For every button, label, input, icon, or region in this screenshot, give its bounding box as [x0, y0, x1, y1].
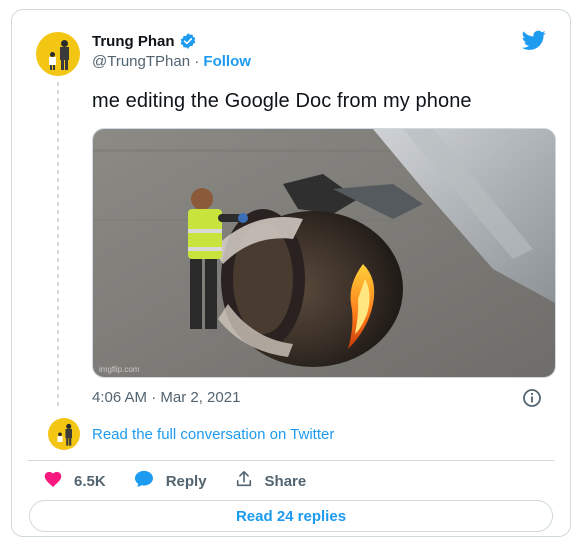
tweet-timestamp[interactable]: 4:06 AM · Mar 2, 2021	[92, 389, 240, 406]
like-button[interactable]: 6.5K	[44, 471, 106, 491]
twitter-bird-icon[interactable]	[522, 30, 546, 56]
follow-link[interactable]: Follow	[203, 53, 251, 70]
author-handle[interactable]: @TrungTPhan	[92, 53, 190, 70]
reply-button[interactable]: Reply	[134, 470, 207, 492]
read-full-conversation-link[interactable]: Read the full conversation on Twitter	[92, 426, 334, 443]
read-replies-button[interactable]: Read 24 replies	[29, 500, 553, 532]
share-icon	[235, 470, 253, 492]
info-icon[interactable]	[522, 388, 542, 413]
share-button[interactable]: Share	[235, 470, 307, 492]
handle-row: @TrungTPhan · Follow	[92, 53, 251, 70]
image-watermark: imgflip.com	[99, 365, 140, 374]
author-name[interactable]: Trung Phan	[92, 33, 175, 50]
share-label: Share	[264, 472, 307, 490]
reply-bubble-icon	[134, 470, 154, 492]
author-name-row[interactable]: Trung Phan	[92, 32, 197, 50]
conversation-avatar[interactable]	[48, 418, 80, 450]
tweet-text: me editing the Google Doc from my phone	[92, 90, 472, 112]
handle-separator: ·	[190, 53, 204, 70]
like-count: 6.5K	[74, 472, 106, 490]
thread-connector-line	[57, 82, 59, 410]
heart-icon	[44, 471, 62, 491]
verified-badge-icon	[179, 32, 197, 50]
read-replies-label: Read 24 replies	[235, 507, 347, 525]
tweet-card: Trung Phan @TrungTPhan · Follow me editi…	[11, 9, 571, 537]
divider	[28, 460, 554, 461]
action-bar: 6.5K Reply Share	[44, 470, 306, 492]
tweet-image[interactable]: imgflip.com	[92, 128, 556, 378]
author-avatar[interactable]	[36, 32, 80, 76]
reply-label: Reply	[165, 472, 207, 490]
